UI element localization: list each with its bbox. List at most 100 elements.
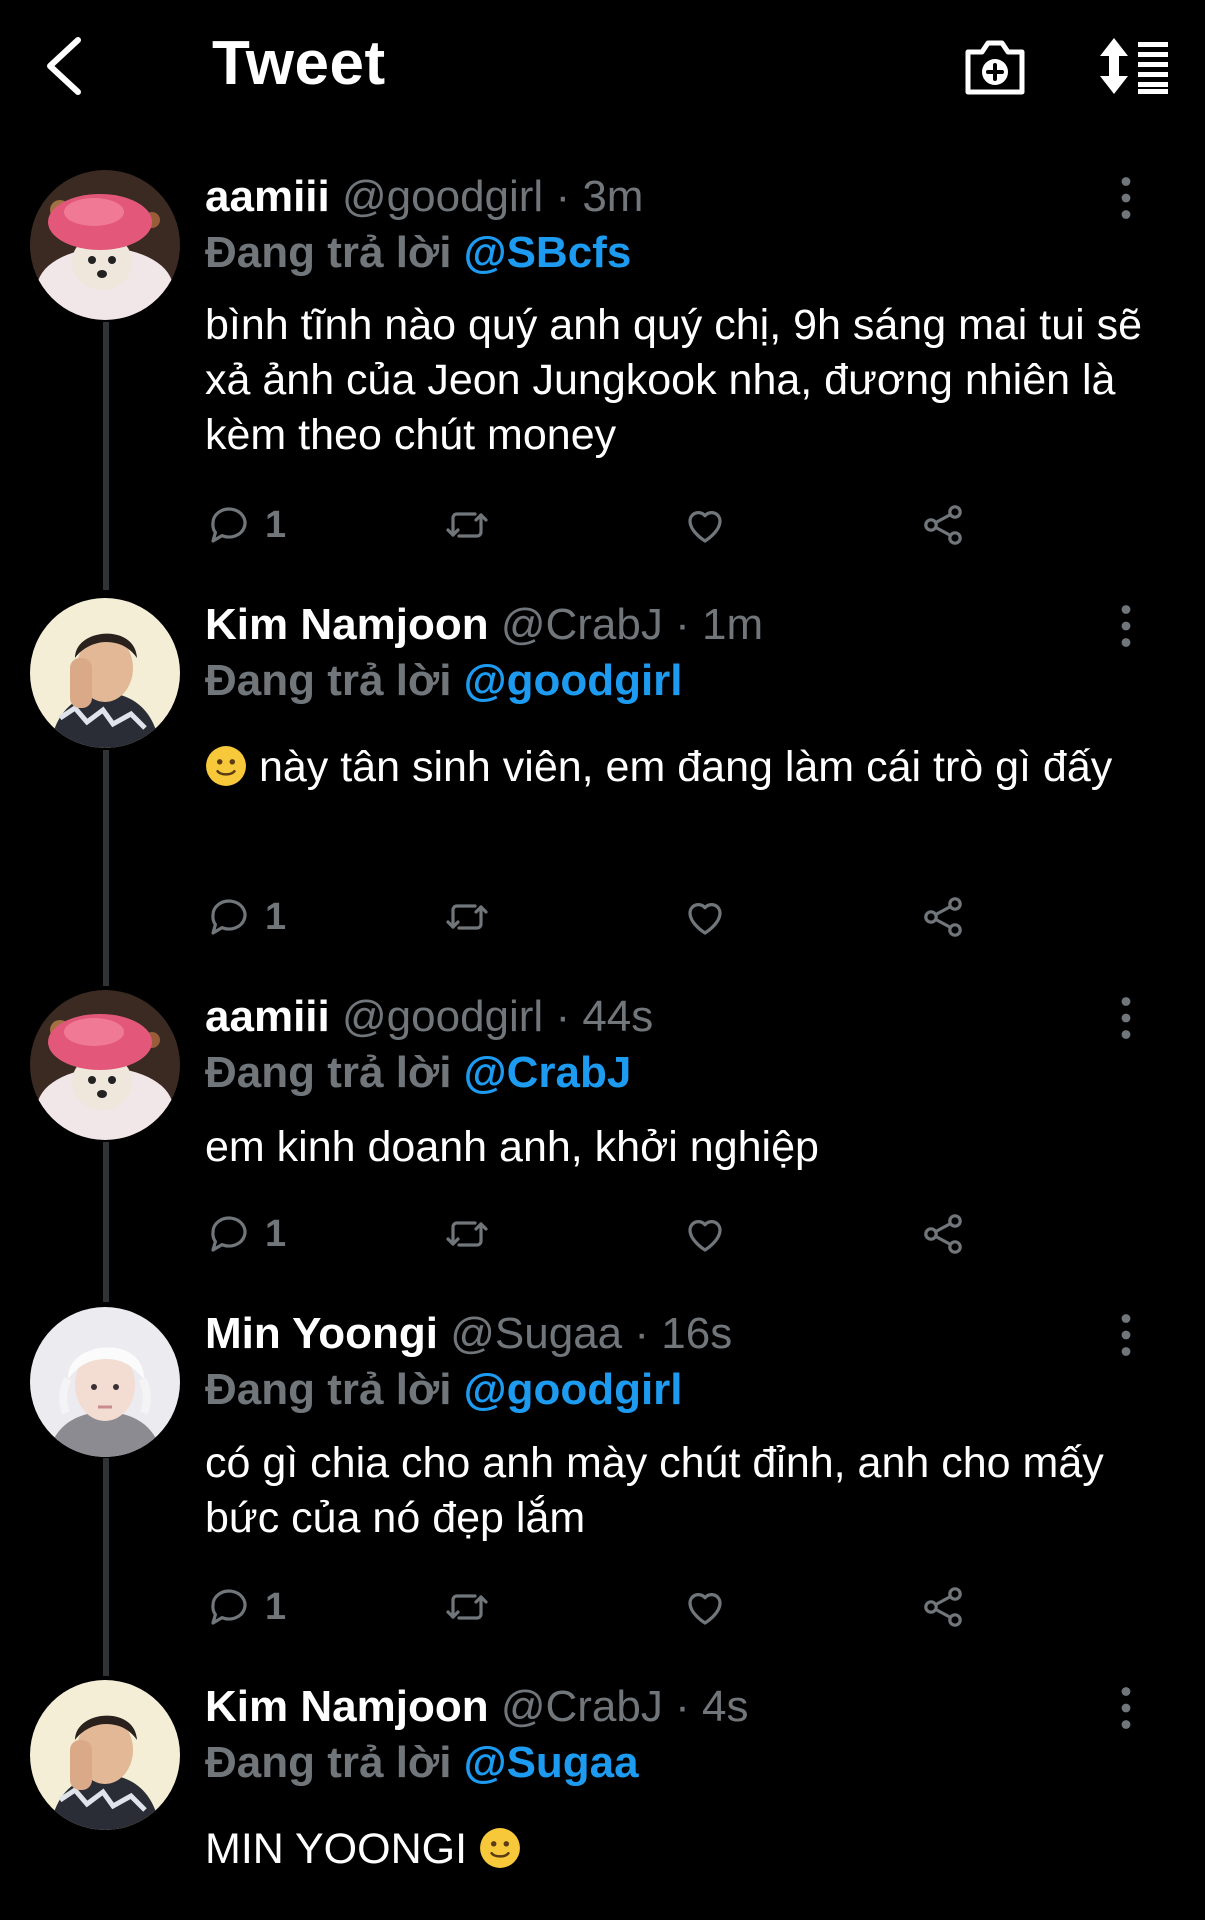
tweet-header: aamiii @goodgirl · 44s [205, 991, 653, 1043]
share-button[interactable] [919, 889, 967, 945]
display-name[interactable]: Kim Namjoon [205, 1682, 489, 1731]
display-name[interactable]: aamiii [205, 992, 330, 1041]
tweet-actions: 1 [205, 889, 985, 945]
timestamp: · 4s [675, 1682, 749, 1731]
thread-connector [103, 750, 109, 986]
like-icon [681, 1583, 729, 1631]
tweet-header: Kim Namjoon @CrabJ · 4s [205, 1681, 748, 1733]
tweet-header: Kim Namjoon @CrabJ · 1m [205, 599, 763, 651]
replying-to: Đang trả lời @goodgirl [205, 1364, 683, 1416]
display-name[interactable]: Min Yoongi [205, 1309, 438, 1358]
thread-connector [103, 1142, 109, 1302]
replying-to: Đang trả lời @SBcfs [205, 227, 631, 279]
replying-to: Đang trả lời @Sugaa [205, 1737, 639, 1789]
retweet-button[interactable] [443, 889, 491, 945]
retweet-icon [443, 893, 491, 941]
share-icon [919, 501, 967, 549]
user-handle: @CrabJ [500, 600, 663, 649]
sort-icon[interactable] [1098, 36, 1170, 96]
retweet-icon [443, 501, 491, 549]
reply-button[interactable]: 1 [205, 497, 286, 553]
timestamp: · 44s [555, 992, 654, 1041]
tweet-text: MIN YOONGI [205, 1822, 1145, 1877]
back-arrow-icon[interactable] [40, 34, 90, 98]
mention-link[interactable]: @CrabJ [464, 1048, 632, 1097]
reply-icon [205, 893, 253, 941]
reply-button[interactable]: 1 [205, 889, 286, 945]
tweet-actions: 1 [205, 1206, 985, 1262]
top-bar: Tweet [0, 0, 1205, 135]
retweet-icon [443, 1210, 491, 1258]
like-icon [681, 893, 729, 941]
display-name[interactable]: Kim Namjoon [205, 600, 489, 649]
like-button[interactable] [681, 889, 729, 945]
tweet-text: bình tĩnh nào quý anh quý chị, 9h sáng m… [205, 301, 1143, 459]
share-button[interactable] [919, 497, 967, 553]
reply-count: 1 [265, 895, 287, 938]
avatar[interactable] [30, 1680, 180, 1830]
timestamp: · 1m [675, 600, 764, 649]
mention-link[interactable]: @goodgirl [464, 1365, 683, 1414]
mention-link[interactable]: @goodgirl [464, 656, 683, 705]
more-vertical-icon[interactable] [1115, 1686, 1137, 1730]
like-icon [681, 501, 729, 549]
reply-prefix: Đang trả lời [205, 1738, 452, 1787]
page-title: Tweet [212, 29, 386, 98]
reply-prefix: Đang trả lời [205, 228, 452, 277]
user-handle: @goodgirl [341, 172, 544, 221]
share-button[interactable] [919, 1206, 967, 1262]
more-vertical-icon[interactable] [1115, 604, 1137, 648]
camera-plus-icon[interactable] [962, 34, 1028, 100]
like-button[interactable] [681, 1206, 729, 1262]
slight-smile-emoji [479, 1827, 521, 1869]
retweet-button[interactable] [443, 497, 491, 553]
thread-connector [103, 1458, 109, 1676]
more-vertical-icon[interactable] [1115, 1313, 1137, 1357]
reply-icon [205, 501, 253, 549]
thread-connector [103, 322, 109, 590]
share-button[interactable] [919, 1579, 967, 1635]
tweet-actions: 1 [205, 497, 985, 553]
share-icon [919, 1583, 967, 1631]
timestamp: · 3m [555, 172, 644, 221]
display-name[interactable]: aamiii [205, 172, 330, 221]
like-button[interactable] [681, 497, 729, 553]
timestamp: · 16s [634, 1309, 733, 1358]
mention-link[interactable]: @SBcfs [464, 228, 632, 277]
user-handle: @Sugaa [450, 1309, 623, 1358]
user-handle: @goodgirl [341, 992, 544, 1041]
share-icon [919, 893, 967, 941]
replying-to: Đang trả lời @goodgirl [205, 655, 683, 707]
tweet-header: Min Yoongi @Sugaa · 16s [205, 1308, 732, 1360]
reply-prefix: Đang trả lời [205, 1048, 452, 1097]
retweet-button[interactable] [443, 1579, 491, 1635]
user-handle: @CrabJ [500, 1682, 663, 1731]
tweet-actions: 1 [205, 1579, 985, 1635]
reply-prefix: Đang trả lời [205, 1365, 452, 1414]
share-icon [919, 1210, 967, 1258]
reply-count: 1 [265, 503, 287, 546]
tweet-text-content: MIN YOONGI [205, 1825, 468, 1873]
retweet-icon [443, 1583, 491, 1631]
tweet-header: aamiii @goodgirl · 3m [205, 171, 643, 223]
avatar[interactable] [30, 598, 180, 748]
slight-smile-emoji [205, 745, 247, 787]
avatar[interactable] [30, 990, 180, 1140]
tweet-text: này tân sinh viên, em đang làm cái trò g… [205, 740, 1145, 795]
avatar[interactable] [30, 1307, 180, 1457]
tweet-text: có gì chia cho anh mày chút đỉnh, anh ch… [205, 1439, 1104, 1542]
more-vertical-icon[interactable] [1115, 176, 1137, 220]
replying-to: Đang trả lời @CrabJ [205, 1047, 631, 1099]
reply-icon [205, 1583, 253, 1631]
reply-icon [205, 1210, 253, 1258]
like-button[interactable] [681, 1579, 729, 1635]
avatar[interactable] [30, 170, 180, 320]
mention-link[interactable]: @Sugaa [464, 1738, 639, 1787]
retweet-button[interactable] [443, 1206, 491, 1262]
reply-count: 1 [265, 1212, 287, 1255]
reply-button[interactable]: 1 [205, 1206, 286, 1262]
more-vertical-icon[interactable] [1115, 996, 1137, 1040]
reply-prefix: Đang trả lời [205, 656, 452, 705]
reply-button[interactable]: 1 [205, 1579, 286, 1635]
reply-count: 1 [265, 1585, 287, 1628]
